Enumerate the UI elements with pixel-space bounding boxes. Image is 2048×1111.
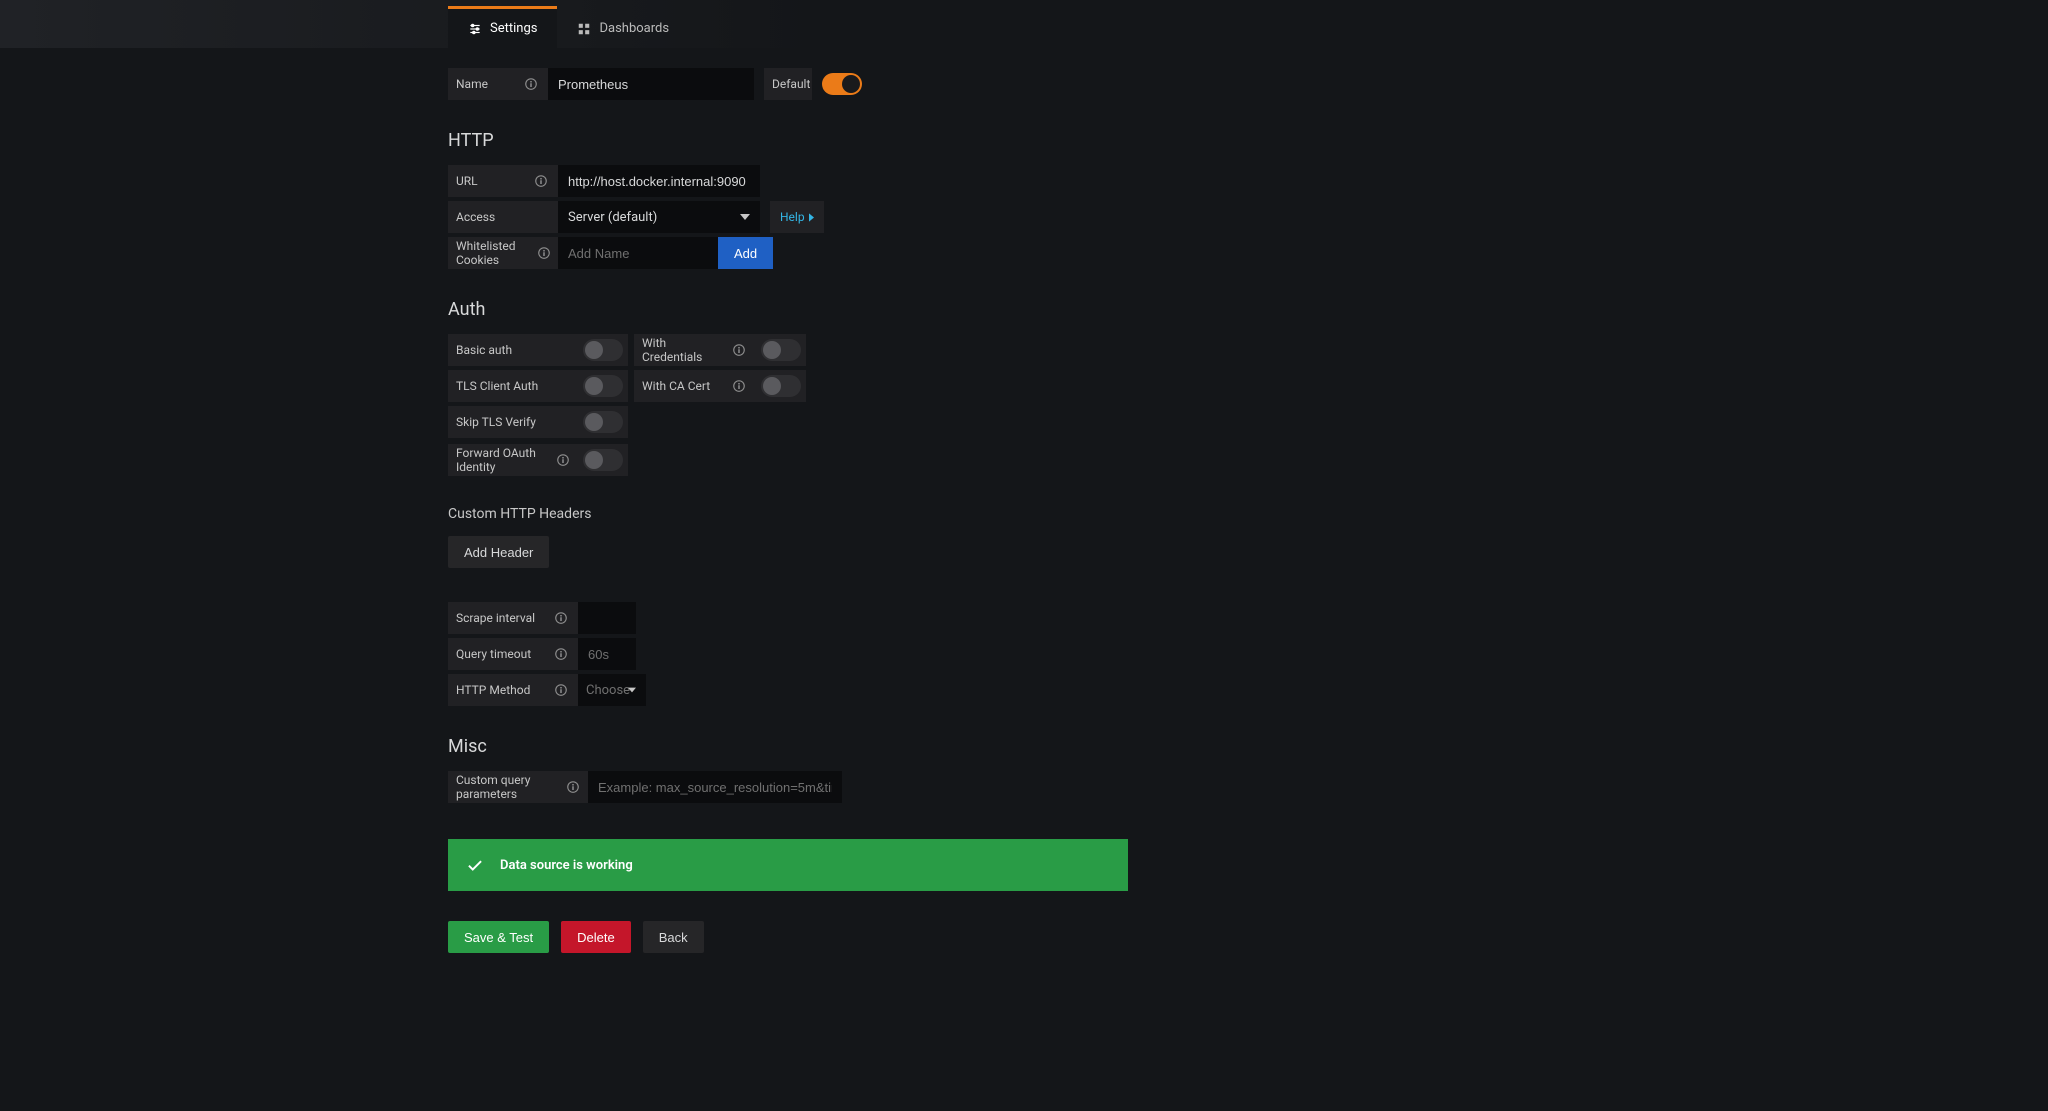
basic-auth-label: Basic auth <box>448 334 578 366</box>
query-timeout-input[interactable] <box>578 638 636 670</box>
access-label: Access <box>448 201 558 233</box>
tab-settings-label: Settings <box>490 21 537 36</box>
tab-dashboards[interactable]: Dashboards <box>557 6 689 48</box>
tabs: Settings Dashboards <box>448 6 689 48</box>
default-switch-cell <box>812 68 862 100</box>
url-label: URL <box>448 165 558 197</box>
http-method-select[interactable]: Choose <box>578 674 646 706</box>
with-ca-cert-toggle[interactable] <box>761 375 801 397</box>
access-select[interactable]: Server (default) <box>558 201 760 233</box>
caret-down-icon <box>740 214 750 220</box>
custom-http-headers-heading: Custom HTTP Headers <box>448 506 1130 522</box>
default-label: Default <box>764 68 812 100</box>
grid-icon <box>577 22 591 36</box>
forward-oauth-toggle[interactable] <box>583 449 623 471</box>
cookies-input[interactable] <box>558 237 718 269</box>
info-icon[interactable] <box>556 454 570 466</box>
info-icon[interactable] <box>537 247 550 259</box>
custom-query-parameters-label: Custom query parameters <box>448 771 588 803</box>
name-input[interactable] <box>548 68 754 100</box>
sliders-icon <box>468 22 482 36</box>
help-link[interactable]: Help <box>770 201 824 233</box>
http-method-label: HTTP Method <box>448 674 578 706</box>
back-button[interactable]: Back <box>643 921 704 953</box>
http-heading: HTTP <box>448 130 1130 151</box>
default-toggle[interactable] <box>822 73 862 95</box>
chevron-right-icon <box>809 213 814 222</box>
scrape-interval-input[interactable] <box>578 602 636 634</box>
info-icon[interactable] <box>566 781 580 793</box>
delete-button[interactable]: Delete <box>561 921 631 953</box>
with-ca-cert-label: With CA Cert <box>634 370 756 402</box>
info-icon[interactable] <box>552 648 570 660</box>
cookies-label: Whitelisted Cookies <box>448 237 558 269</box>
tls-client-auth-label: TLS Client Auth <box>448 370 578 402</box>
basic-auth-toggle[interactable] <box>583 339 623 361</box>
tls-client-auth-toggle[interactable] <box>583 375 623 397</box>
tab-settings[interactable]: Settings <box>448 6 557 48</box>
url-input[interactable] <box>558 165 760 197</box>
skip-tls-verify-toggle[interactable] <box>583 411 623 433</box>
custom-query-parameters-input[interactable] <box>588 771 842 803</box>
info-icon[interactable] <box>552 612 570 624</box>
misc-heading: Misc <box>448 736 1130 757</box>
skip-tls-verify-label: Skip TLS Verify <box>448 406 578 438</box>
alert-text: Data source is working <box>500 858 633 873</box>
with-credentials-label: With Credentials <box>634 334 756 366</box>
tab-dashboards-label: Dashboards <box>599 21 669 36</box>
add-cookie-button[interactable]: Add <box>718 237 773 269</box>
auth-heading: Auth <box>448 299 1130 320</box>
alert-success: Data source is working <box>448 839 1128 891</box>
check-icon <box>466 856 484 874</box>
with-credentials-toggle[interactable] <box>761 339 801 361</box>
action-buttons: Save & Test Delete Back <box>448 921 1130 953</box>
add-header-button[interactable]: Add Header <box>448 536 549 568</box>
query-timeout-label: Query timeout <box>448 638 578 670</box>
info-icon[interactable] <box>532 175 550 187</box>
save-and-test-button[interactable]: Save & Test <box>448 921 549 953</box>
name-row: Name Default <box>448 68 1130 100</box>
forward-oauth-label: Forward OAuth Identity <box>448 444 578 476</box>
info-icon[interactable] <box>522 78 540 90</box>
info-icon[interactable] <box>552 684 570 696</box>
scrape-interval-label: Scrape interval <box>448 602 578 634</box>
info-icon[interactable] <box>730 380 748 392</box>
name-label: Name <box>448 68 548 100</box>
info-icon[interactable] <box>731 344 748 356</box>
